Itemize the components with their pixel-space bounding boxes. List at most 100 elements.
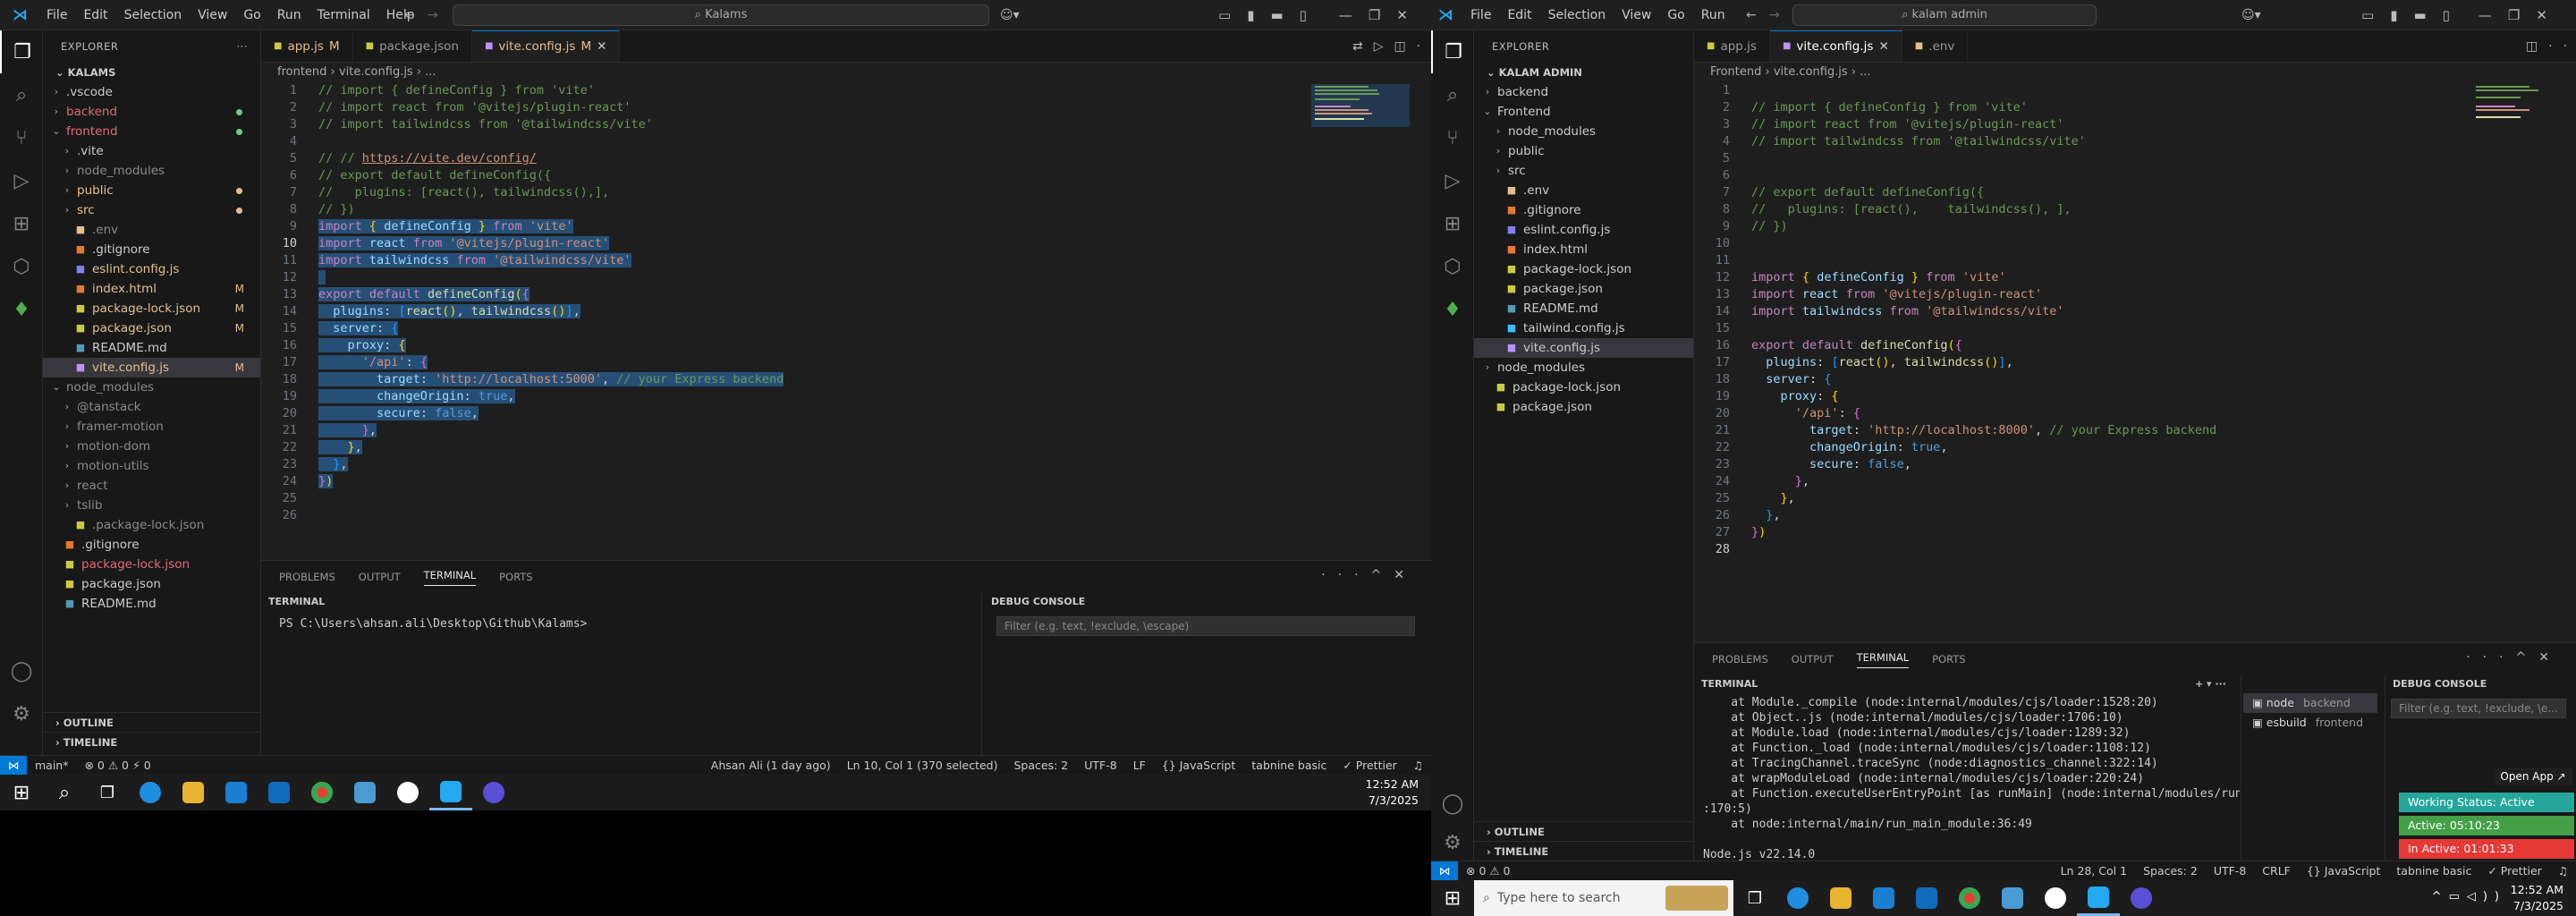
status-right-item[interactable]: LF xyxy=(1125,759,1154,772)
close-icon[interactable]: ✕ xyxy=(2536,7,2547,23)
breadcrumb[interactable]: Frontend › vite.config.js › ... xyxy=(1694,63,1871,82)
status-right-item[interactable]: UTF-8 xyxy=(2206,864,2254,878)
restore-icon[interactable]: ❐ xyxy=(2508,7,2520,23)
file-row[interactable]: ■ package-lock.json xyxy=(43,555,260,574)
system-tray-icons[interactable]: ^▭◁)) xyxy=(2432,890,2506,903)
code-line[interactable]: // import tailwindcss from '@tailwindcss… xyxy=(1751,133,2086,150)
chrome-icon[interactable] xyxy=(301,775,343,810)
task-view-icon[interactable]: ❐ xyxy=(1733,880,1776,916)
code-line[interactable]: }) xyxy=(318,473,334,490)
notifications-bell-icon[interactable]: ♫ xyxy=(1405,759,1431,772)
vscode-taskbar-icon[interactable] xyxy=(429,775,472,810)
folder-row[interactable]: › framer-motion xyxy=(43,417,260,437)
tab-package-json[interactable]: ■ package.json xyxy=(353,30,472,62)
timeline-section[interactable]: › TIMELINE xyxy=(1474,841,1693,861)
code-line[interactable]: import tailwindcss from '@tailwindcss/vi… xyxy=(1751,303,2064,320)
tab-close-icon[interactable]: ✕ xyxy=(597,30,606,63)
code-editor[interactable]: 1 // import { defineConfig } from 'vite' 2… xyxy=(261,82,1431,555)
chrome-icon[interactable] xyxy=(1948,880,1991,916)
code-line[interactable]: }, xyxy=(318,456,348,473)
workspace-root[interactable]: ⌄ KALAMS xyxy=(43,63,260,82)
task-view-icon[interactable]: ❐ xyxy=(86,775,129,810)
settings-gear-icon[interactable]: ⚙ xyxy=(1431,821,1474,864)
tab-vite-config-js[interactable]: ■ vite.config.js ✕ xyxy=(1769,30,1902,62)
folder-row[interactable]: › node_modules xyxy=(1474,122,1693,141)
remote-icon[interactable]: ⬡ xyxy=(1431,245,1474,288)
toggle-panel-icon[interactable]: ▬ xyxy=(2413,7,2426,23)
folder-row[interactable]: › public xyxy=(43,181,260,200)
terminal-output[interactable]: at Module._compile (node:internal/module… xyxy=(1703,695,2240,862)
menu-item-file[interactable]: File xyxy=(1462,8,1499,22)
code-line[interactable]: '/api': { xyxy=(318,354,428,371)
layout-icon[interactable]: ▭ xyxy=(2361,7,2374,23)
status-left-item[interactable]: ⊗ 0 ⚠ 0 xyxy=(1458,864,1519,878)
store-icon[interactable] xyxy=(1862,880,1905,916)
vscode-taskbar-icon[interactable] xyxy=(2077,880,2120,916)
source-control-icon[interactable]: ⑂ xyxy=(0,116,43,159)
file-row[interactable]: ■ index.html xyxy=(1474,240,1693,259)
file-row[interactable]: ■ vite.config.js M xyxy=(43,358,260,377)
tab-app-js[interactable]: ■ app.js M xyxy=(261,30,353,62)
code-line[interactable]: '/api': { xyxy=(1751,405,1860,422)
status-right-item[interactable]: ✓ Prettier xyxy=(2479,864,2549,878)
terminal-instance[interactable]: ▣ node backend xyxy=(2243,693,2377,713)
more-actions-icon[interactable]: ··· xyxy=(237,30,248,63)
edge-icon[interactable] xyxy=(129,775,172,810)
folder-row[interactable]: › node_modules xyxy=(43,161,260,181)
code-line[interactable]: // import react from '@vitejs/plugin-rea… xyxy=(318,99,631,116)
code-line[interactable]: plugins: [react(), tailwindcss()], xyxy=(318,303,580,320)
taskbar-clock[interactable]: 12:52 AM 7/3/2025 xyxy=(2511,882,2563,914)
outline-section[interactable]: › OUTLINE xyxy=(1474,821,1693,841)
status-right-item[interactable]: Ln 28, Col 1 xyxy=(2053,864,2136,878)
account-icon[interactable]: ◯ xyxy=(0,649,43,692)
code-line[interactable]: secure: false, xyxy=(1751,456,1911,473)
folder-row[interactable]: › .vite xyxy=(43,141,260,161)
file-row[interactable]: ■ eslint.config.js xyxy=(1474,220,1693,240)
forward-arrow-icon[interactable]: → xyxy=(1769,8,1780,22)
timeline-section[interactable]: › TIMELINE xyxy=(43,732,260,751)
extensions-icon[interactable]: ⊞ xyxy=(0,202,43,245)
code-line[interactable]: proxy: { xyxy=(1751,388,1839,405)
run-debug-icon[interactable]: ▷ xyxy=(0,159,43,202)
status-right-item[interactable]: Spaces: 2 xyxy=(2135,864,2206,878)
menu-item-run[interactable]: Run xyxy=(269,8,309,22)
panel-tab-ports[interactable]: PORTS xyxy=(1932,653,1965,666)
status-right-item[interactable]: ✓ Prettier xyxy=(1335,759,1404,772)
mongodb-icon[interactable]: ♦ xyxy=(1431,288,1474,331)
windows-start-icon[interactable]: ⊞ xyxy=(0,775,43,810)
code-line[interactable]: import { defineConfig } from 'vite' xyxy=(318,218,573,235)
folder-row[interactable]: ⌄ frontend xyxy=(43,122,260,141)
terminal-output[interactable]: PS C:\Users\ahsan.ali\Desktop\Github\Kal… xyxy=(279,616,594,632)
folder-row[interactable]: › tslib xyxy=(43,496,260,515)
status-right-item[interactable]: tabnine basic xyxy=(1243,759,1335,772)
toggle-sidebar-icon[interactable]: ▮ xyxy=(1247,7,1254,23)
status-right-item[interactable]: tabnine basic xyxy=(2388,864,2479,878)
status-right-item[interactable]: UTF-8 xyxy=(1076,759,1124,772)
explorer-icon[interactable]: ❐ xyxy=(0,30,43,73)
code-line[interactable]: }) xyxy=(1751,524,1766,541)
code-line[interactable]: }, xyxy=(1751,507,1780,524)
code-line[interactable]: // }) xyxy=(1751,218,1788,235)
code-line[interactable]: target: 'http://localhost:8000', // your… xyxy=(1751,422,2216,439)
explorer-icon[interactable]: ❐ xyxy=(1431,30,1474,73)
toggle-sidebar-icon[interactable]: ▮ xyxy=(2390,7,2397,23)
file-explorer-icon[interactable] xyxy=(172,775,215,810)
terminal-pane[interactable]: TERMINAL + ▾ ··· at Module._compile (node… xyxy=(1694,675,2241,861)
back-arrow-icon[interactable]: ← xyxy=(1746,8,1757,22)
account-icon[interactable]: ◯ xyxy=(1431,782,1474,825)
menu-item-selection[interactable]: Selection xyxy=(1540,8,1614,22)
menu-item-edit[interactable]: Edit xyxy=(75,8,115,22)
file-row[interactable]: ■ .gitignore xyxy=(43,535,260,555)
folder-row[interactable]: ⌄ Frontend xyxy=(1474,102,1693,122)
folder-row[interactable]: › src xyxy=(43,200,260,220)
file-row[interactable]: ■ .package-lock.json xyxy=(43,515,260,535)
status-right-item[interactable]: {} JavaScript xyxy=(1154,759,1244,772)
file-row[interactable]: ■ package-lock.json xyxy=(1474,259,1693,279)
code-line[interactable]: export default defineConfig({ xyxy=(318,286,530,303)
debug-filter-input[interactable]: Filter (e.g. text, !exclude, \escape) xyxy=(996,616,1415,636)
tab--env[interactable]: ■ .env xyxy=(1902,30,1969,62)
tab-app-js[interactable]: ■ app.js xyxy=(1694,30,1770,62)
code-line[interactable]: }, xyxy=(318,422,377,439)
file-row[interactable]: ■ package.json xyxy=(43,574,260,594)
file-row[interactable]: ■ package.json xyxy=(1474,279,1693,299)
